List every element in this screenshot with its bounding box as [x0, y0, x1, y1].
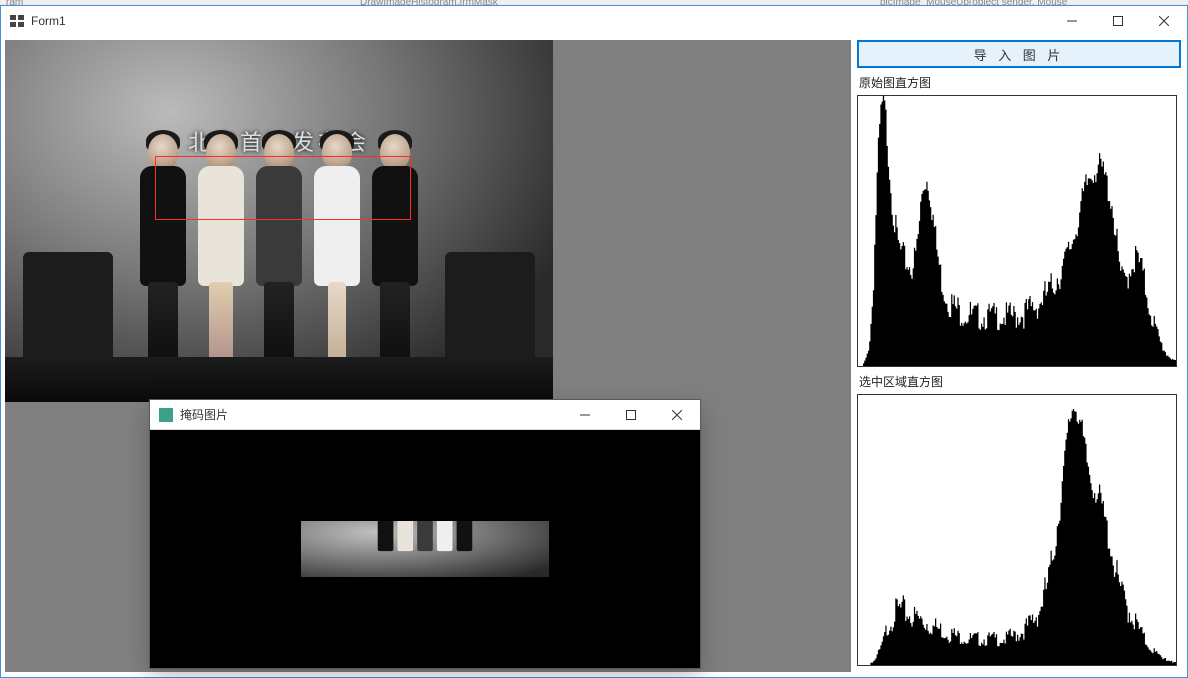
minimize-button[interactable] — [1049, 6, 1095, 36]
mask-close-button[interactable] — [654, 400, 700, 430]
main-titlebar[interactable]: Form1 — [1, 6, 1187, 36]
side-panel: 导 入 图 片 原始图直方图 选中区域直方图 — [857, 40, 1181, 672]
histogram-selection-label: 选中区域直方图 — [857, 371, 1181, 394]
mask-titlebar[interactable]: 掩码图片 — [150, 400, 700, 430]
close-button[interactable] — [1141, 6, 1187, 36]
mask-window[interactable]: 掩码图片 — [149, 399, 701, 669]
histogram-original-block: 原始图直方图 — [857, 72, 1181, 367]
mask-app-icon — [158, 407, 174, 423]
main-window-controls — [1049, 6, 1187, 36]
client-area: 北京首映发布会 导 入 图 片 原始图直方图 — [1, 36, 1187, 677]
photo-people-group — [136, 134, 422, 374]
mask-minimize-button[interactable] — [562, 400, 608, 430]
maximize-button[interactable] — [1095, 6, 1141, 36]
mask-window-title: 掩码图片 — [180, 406, 228, 423]
histogram-original-canvas — [857, 95, 1177, 367]
photo-stage-floor — [5, 357, 553, 402]
mask-strip-image — [301, 521, 549, 577]
import-image-button[interactable]: 导 入 图 片 — [857, 40, 1181, 68]
histogram-original-label: 原始图直方图 — [857, 72, 1181, 95]
histogram-selection-canvas — [857, 394, 1177, 666]
main-window: Form1 北京首映发布会 — [0, 5, 1188, 678]
app-icon — [9, 13, 25, 29]
import-image-button-label: 导 入 图 片 — [974, 45, 1065, 64]
main-window-title: Form1 — [31, 14, 66, 28]
mask-maximize-button[interactable] — [608, 400, 654, 430]
histogram-selection-block: 选中区域直方图 — [857, 371, 1181, 666]
source-image[interactable]: 北京首映发布会 — [5, 40, 553, 402]
mask-window-controls — [562, 400, 700, 430]
mask-image-area — [150, 430, 700, 668]
photo-chair-right — [445, 252, 535, 372]
photo-chair-left — [23, 252, 113, 372]
